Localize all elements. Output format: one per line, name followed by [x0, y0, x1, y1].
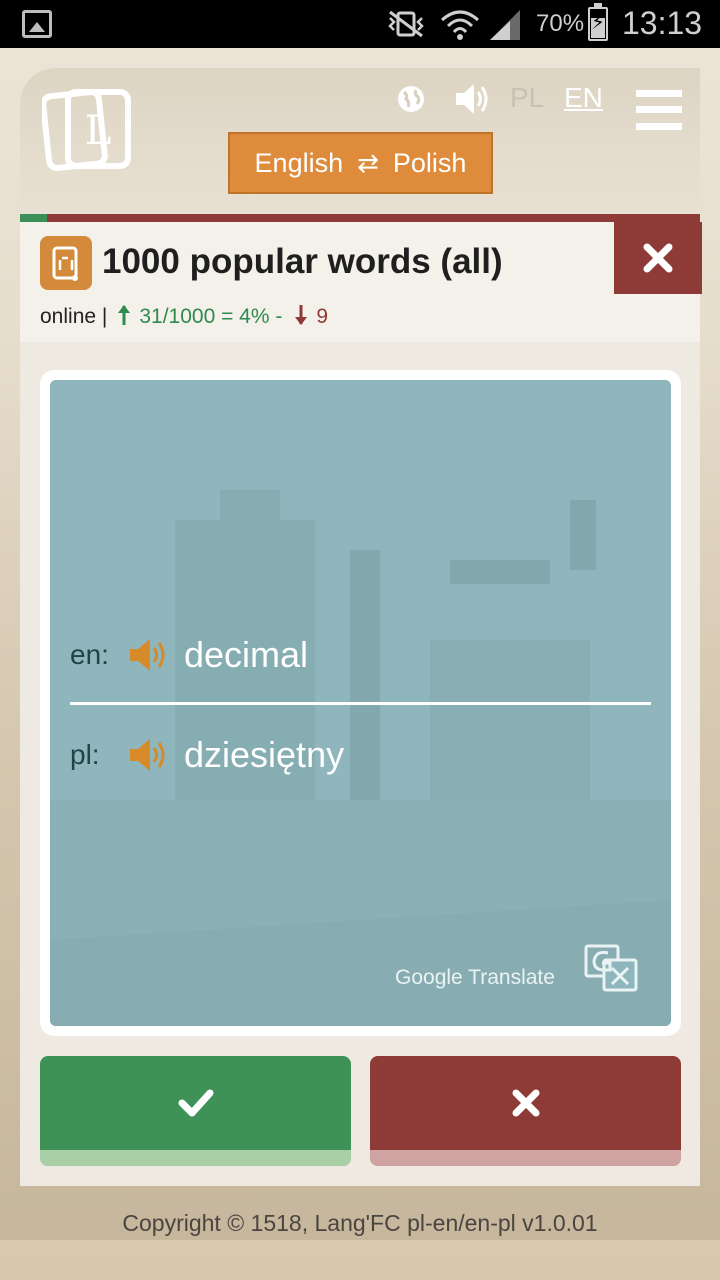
direction-switch-button[interactable]: English ⇄ Polish — [228, 132, 493, 194]
deck-progress-fill — [20, 214, 48, 222]
target-word: dziesiętny — [184, 734, 345, 775]
deck-title: 1000 popular words (all) — [102, 242, 503, 281]
arrow-up-icon — [118, 305, 131, 325]
google-translate-icon[interactable] — [584, 944, 640, 992]
card-divider — [70, 702, 651, 705]
battery-percent: 70% — [536, 10, 585, 37]
known-count: 31/1000 = 4% - — [117, 304, 282, 329]
speaker-icon[interactable] — [454, 82, 490, 116]
app-logo[interactable]: L — [42, 88, 134, 172]
source-language: English — [254, 147, 344, 178]
mute-vibrate-icon — [388, 10, 424, 38]
globe-icon[interactable] — [396, 84, 426, 114]
wifi-icon — [441, 10, 479, 40]
app-header: L PL EN English ⇄ Polish — [20, 68, 700, 214]
flashcard[interactable]: en: decimal pl: dziesiętny Google Transl… — [50, 380, 671, 1026]
deck-progress-bar — [20, 214, 700, 222]
logo-letter: L — [85, 108, 112, 154]
translation-provider-label: Google Translate — [395, 966, 555, 989]
footer-copyright: Copyright © 1518, Lang'FC pl-en/en-pl v1… — [122, 1210, 598, 1236]
unknown-count: 9 — [294, 304, 328, 329]
word-row-target: pl: dziesiętny — [70, 730, 344, 780]
arrow-down-icon — [295, 305, 308, 325]
target-language-label: pl: — [70, 739, 100, 770]
cross-icon — [512, 1089, 539, 1117]
unknown-count-text: 9 — [316, 305, 329, 328]
deck-stats: online | 31/1000 = 4% - 9 — [40, 304, 328, 329]
know-it-button[interactable] — [40, 1056, 351, 1166]
status-bar: 70% ⚡ 13:13 — [0, 0, 720, 48]
connection-mode: online | — [40, 304, 108, 328]
close-deck-button[interactable] — [614, 222, 702, 294]
swap-icon: ⇄ — [357, 147, 379, 178]
menu-icon[interactable] — [636, 90, 682, 130]
battery-charging-icon: ⚡ — [588, 3, 608, 41]
app-panel: L PL EN English ⇄ Polish 1000 popular wo… — [20, 68, 702, 1186]
check-icon — [178, 1089, 213, 1117]
signal-icon — [490, 10, 520, 40]
gallery-icon — [22, 10, 52, 38]
source-word: decimal — [184, 634, 309, 675]
known-count-text: 31/1000 = 4% - — [139, 305, 283, 328]
dont-know-button[interactable] — [370, 1056, 681, 1166]
language-pl-link[interactable]: PL — [510, 82, 544, 114]
status-icons — [380, 6, 530, 42]
language-en-link[interactable]: EN — [564, 82, 603, 114]
speaker-icon[interactable] — [128, 637, 168, 673]
word-row-source: en: decimal — [70, 630, 308, 680]
close-icon — [643, 243, 673, 273]
flashcard-frame: en: decimal pl: dziesiętny Google Transl… — [40, 370, 681, 1036]
speaker-icon[interactable] — [128, 737, 168, 773]
clock: 13:13 — [622, 5, 703, 41]
deck-header: 1000 popular words (all) online | 31/100… — [20, 222, 702, 342]
target-language: Polish — [392, 147, 467, 178]
source-language-label: en: — [70, 639, 109, 670]
deck-icon — [40, 236, 92, 290]
